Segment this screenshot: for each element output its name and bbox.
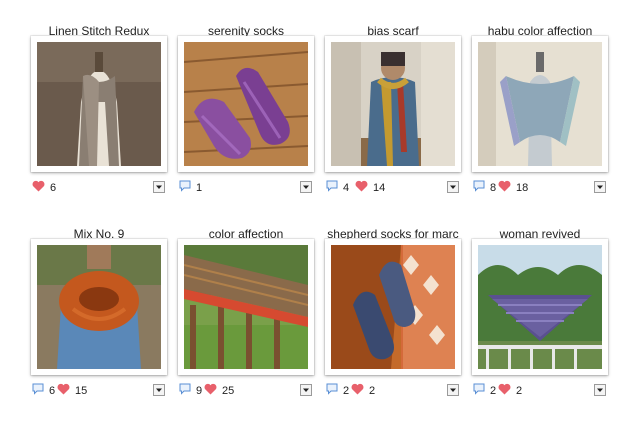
dropdown-button[interactable] xyxy=(447,181,459,193)
project-photo[interactable] xyxy=(478,42,602,166)
comments-stat[interactable]: 6 xyxy=(32,383,55,399)
hearts-count: 2 xyxy=(516,385,523,397)
hearts-count: 14 xyxy=(373,182,386,194)
project-meta: 6 xyxy=(25,180,173,196)
comments-count: 6 xyxy=(49,385,56,397)
project-photo[interactable] xyxy=(184,245,308,369)
dropdown-arrow-icon xyxy=(450,388,456,392)
dropdown-button[interactable] xyxy=(594,384,606,396)
dropdown-arrow-icon xyxy=(597,185,603,189)
comments-count: 2 xyxy=(490,385,497,397)
comment-icon xyxy=(179,383,191,400)
project-meta: 2 2 xyxy=(319,383,467,399)
project-meta: 8 18 xyxy=(466,180,614,196)
comments-stat[interactable]: 2 xyxy=(326,383,349,399)
dropdown-button[interactable] xyxy=(153,384,165,396)
heart-icon xyxy=(355,180,368,197)
dropdown-button[interactable] xyxy=(594,181,606,193)
comments-count: 1 xyxy=(196,182,203,194)
dropdown-arrow-icon xyxy=(156,185,162,189)
heart-icon xyxy=(57,383,70,400)
dropdown-arrow-icon xyxy=(450,185,456,189)
hearts-stat[interactable]: 15 xyxy=(57,383,87,399)
heart-icon xyxy=(498,180,511,197)
dropdown-arrow-icon xyxy=(156,388,162,392)
comment-icon xyxy=(32,383,44,400)
dropdown-button[interactable] xyxy=(153,181,165,193)
dropdown-button[interactable] xyxy=(447,384,459,396)
project-photo[interactable] xyxy=(37,245,161,369)
photo-frame[interactable] xyxy=(178,239,314,375)
project-meta: 1 xyxy=(172,180,320,196)
project-meta: 6 15 xyxy=(25,383,173,399)
comments-stat[interactable]: 8 xyxy=(473,180,496,196)
photo-frame[interactable] xyxy=(472,36,608,172)
photo-frame[interactable] xyxy=(325,36,461,172)
comments-stat[interactable]: 1 xyxy=(179,180,202,196)
hearts-count: 2 xyxy=(369,385,376,397)
project-meta: 9 25 xyxy=(172,383,320,399)
heart-icon xyxy=(204,383,217,400)
comments-count: 9 xyxy=(196,385,203,397)
dropdown-arrow-icon xyxy=(303,185,309,189)
photo-frame[interactable] xyxy=(178,36,314,172)
comments-count: 2 xyxy=(343,385,350,397)
comments-stat[interactable]: 2 xyxy=(473,383,496,399)
comments-stat[interactable]: 9 xyxy=(179,383,202,399)
project-grid: Linen Stitch Redux 6 serenity socks 1 bi… xyxy=(0,0,640,426)
dropdown-arrow-icon xyxy=(303,388,309,392)
comment-icon xyxy=(473,180,485,197)
project-meta: 2 2 xyxy=(466,383,614,399)
dropdown-button[interactable] xyxy=(300,384,312,396)
photo-frame[interactable] xyxy=(31,36,167,172)
heart-icon xyxy=(498,383,511,400)
photo-frame[interactable] xyxy=(472,239,608,375)
hearts-stat[interactable]: 25 xyxy=(204,383,234,399)
heart-icon xyxy=(32,180,45,197)
hearts-count: 25 xyxy=(222,385,235,397)
hearts-stat[interactable]: 14 xyxy=(355,180,385,196)
project-photo[interactable] xyxy=(478,245,602,369)
hearts-count: 6 xyxy=(50,182,57,194)
comment-icon xyxy=(326,180,338,197)
project-photo[interactable] xyxy=(331,42,455,166)
hearts-stat[interactable]: 2 xyxy=(498,383,522,399)
hearts-count: 15 xyxy=(75,385,88,397)
comment-icon xyxy=(326,383,338,400)
heart-icon xyxy=(351,383,364,400)
project-photo[interactable] xyxy=(331,245,455,369)
hearts-count: 18 xyxy=(516,182,529,194)
hearts-stat[interactable]: 2 xyxy=(351,383,375,399)
hearts-stat[interactable]: 18 xyxy=(498,180,528,196)
photo-frame[interactable] xyxy=(325,239,461,375)
comments-count: 8 xyxy=(490,182,497,194)
project-photo[interactable] xyxy=(37,42,161,166)
comment-icon xyxy=(473,383,485,400)
comment-icon xyxy=(179,180,191,197)
project-photo[interactable] xyxy=(184,42,308,166)
comments-count: 4 xyxy=(343,182,350,194)
comments-stat[interactable]: 4 xyxy=(326,180,349,196)
photo-frame[interactable] xyxy=(31,239,167,375)
dropdown-arrow-icon xyxy=(597,388,603,392)
project-meta: 4 14 xyxy=(319,180,467,196)
hearts-stat[interactable]: 6 xyxy=(32,180,56,196)
dropdown-button[interactable] xyxy=(300,181,312,193)
